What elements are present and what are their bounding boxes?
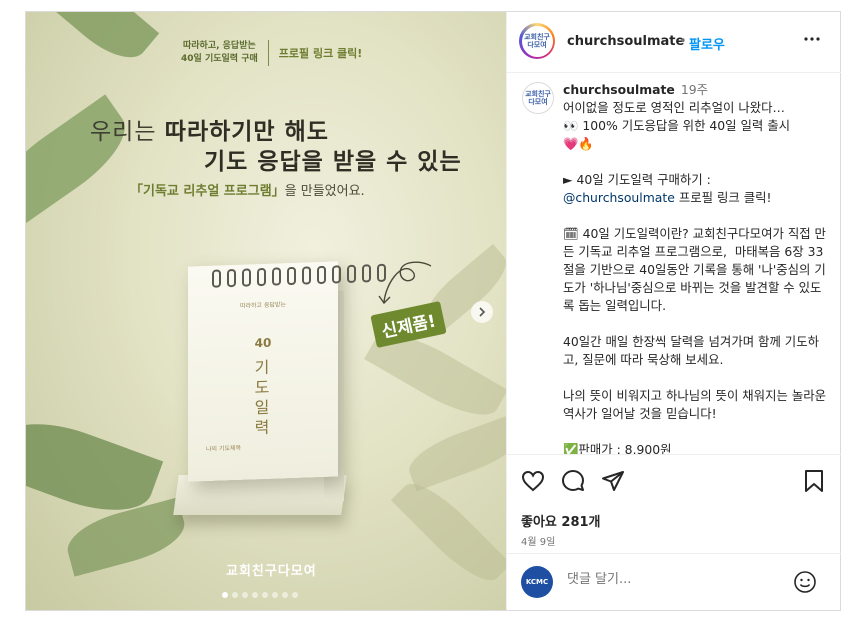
post-date[interactable]: 4월 9일 — [521, 533, 555, 548]
caption-time: 19주 — [680, 82, 708, 97]
carousel-dot — [242, 592, 248, 598]
mention-link[interactable]: @churchsoulmate — [563, 190, 675, 205]
caption-line: 💗🔥 — [563, 136, 594, 151]
leaf-decoration — [42, 12, 160, 72]
emoji-icon — [794, 571, 816, 593]
follow-button[interactable]: 팔로우 — [689, 34, 725, 53]
comment-bar: KCMC — [507, 553, 841, 611]
calendar-rings — [212, 263, 386, 288]
caption-text: churchsoulmate 19주 어이없을 정도로 영적인 리추얼이 나왔다…… — [563, 81, 831, 454]
caption-line: 나의 뜻이 비워지고 하나님의 뜻이 채워지는 놀라운 역사가 일어날 것을 믿… — [563, 388, 830, 421]
banner-divider — [267, 40, 269, 66]
image-headline: 우리는 따라하기만 해도 — [90, 112, 329, 146]
caption-area[interactable]: 교회친구 다모여 churchsoulmate 19주 어이없을 정도로 영적인 … — [507, 73, 841, 454]
emoji-button[interactable] — [793, 570, 817, 598]
carousel-dots — [222, 592, 298, 598]
desk-calendar: 따라하고 응답받는 40 기 도 일 력 나의 기도제목 — [173, 250, 386, 515]
carousel-dot — [272, 592, 278, 598]
share-button[interactable] — [601, 469, 625, 497]
headline-part: 우리는 — [90, 119, 165, 145]
new-product-stamp: 신제품! — [370, 301, 447, 348]
banner-left-line: 40일 기도일력 구매 — [181, 54, 258, 64]
avatar-inner: 교회친구 다모여 — [521, 25, 553, 57]
carousel-dot — [232, 592, 238, 598]
header-separator: • — [679, 34, 687, 49]
bookmark-icon — [805, 470, 823, 492]
post-container: 따라하고, 응답받는 40일 기도일력 구매 프로필 링크 클릭! 우리는 따라… — [25, 11, 841, 611]
subline-highlight: 「기독교 리추얼 프로그램」 — [130, 184, 285, 199]
carousel-dot — [292, 592, 298, 598]
avatar-text: 교회친구 다모여 — [524, 33, 550, 49]
brand-logo: 교회친구다모여 — [226, 564, 317, 579]
caption-line: 어이없을 정도로 영적인 리추얼이 나왔다… — [563, 100, 785, 115]
header-username[interactable]: churchsoulmate — [567, 34, 684, 49]
share-icon — [602, 471, 624, 491]
carousel-next-button[interactable] — [471, 301, 493, 323]
calendar-subtitle: 따라하고 응답받는 — [239, 301, 287, 310]
calendar-footer: 나의 기도제목 — [206, 444, 242, 453]
leaf-shadow — [402, 412, 506, 492]
like-count[interactable]: 좋아요 281개 — [521, 511, 601, 530]
calendar-title: 기 도 일 력 — [254, 357, 272, 438]
chevron-right-icon — [479, 307, 486, 317]
banner-right: 프로필 링크 클릭! — [278, 47, 363, 60]
image-headline-2: 기도 응답을 받을 수 있는 — [204, 149, 462, 175]
save-button[interactable] — [803, 469, 825, 497]
image-top-banner: 따라하고, 응답받는 40일 기도일력 구매 프로필 링크 클릭! — [181, 40, 362, 66]
heart-icon — [521, 470, 545, 492]
caption-line: ► 40일 기도일력 구매하기 : — [563, 172, 711, 187]
caption-line: ✅판매가 : 8,900원 — [563, 442, 672, 454]
like-button[interactable] — [521, 469, 545, 497]
arrow-doodle-icon — [378, 261, 432, 305]
carousel-dot — [282, 592, 288, 598]
caption-username[interactable]: churchsoulmate — [563, 82, 675, 97]
profile-avatar[interactable]: 교회친구 다모여 — [519, 23, 555, 59]
caption-line: 프로필 링크 클릭! — [674, 190, 772, 205]
image-subline: 「기독교 리추얼 프로그램」을 만들었어요. — [130, 180, 365, 199]
post-image[interactable]: 따라하고, 응답받는 40일 기도일력 구매 프로필 링크 클릭! 우리는 따라… — [26, 12, 506, 610]
comment-button[interactable] — [561, 469, 585, 497]
banner-left: 따라하고, 응답받는 40일 기도일력 구매 — [181, 40, 258, 66]
calendar-number: 40 — [254, 335, 272, 351]
avatar-text: 교회친구 다모여 — [525, 90, 551, 106]
more-icon — [804, 37, 820, 41]
comment-icon — [562, 470, 584, 491]
subline-rest: 을 만들었어요. — [284, 184, 365, 199]
comment-input[interactable] — [567, 572, 767, 587]
leaf-shadow — [390, 471, 506, 593]
post-side-panel: 교회친구 다모여 churchsoulmate • 팔로우 교회친구 다모여 c… — [506, 12, 841, 610]
caption-line: 👀 100% 기도응답을 위한 40일 일력 출시 — [563, 118, 791, 133]
calendar-face: 따라하고 응답받는 40 기 도 일 력 나의 기도제목 — [188, 261, 386, 482]
viewer-avatar[interactable]: KCMC — [521, 566, 553, 598]
carousel-dot — [262, 592, 268, 598]
caption-avatar[interactable]: 교회친구 다모여 — [522, 82, 554, 114]
post-header: 교회친구 다모여 churchsoulmate • 팔로우 — [507, 12, 841, 73]
carousel-dot — [252, 592, 258, 598]
carousel-dot-active — [222, 592, 228, 598]
caption-line: 40일간 매일 한장씩 달력을 넘겨가며 함께 기도하고, 질문에 따라 묵상해… — [563, 334, 819, 367]
caption-line: 🗓 40일 기도일력이란? 교회친구다모여가 직접 만든 기독교 리추얼 프로그… — [563, 226, 826, 313]
more-options-button[interactable] — [803, 30, 821, 52]
banner-left-line: 따라하고, 응답받는 — [182, 41, 256, 51]
